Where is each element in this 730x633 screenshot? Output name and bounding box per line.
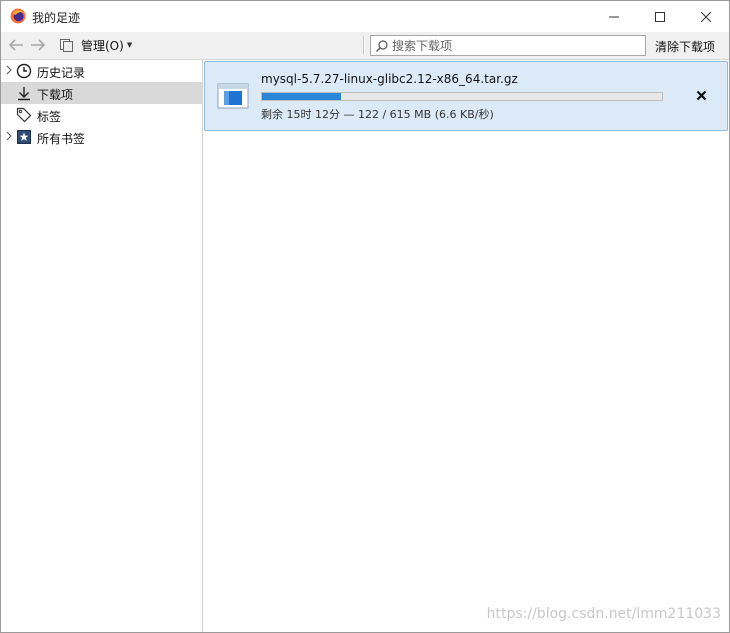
clock-icon — [16, 63, 32, 79]
close-icon — [701, 11, 711, 22]
toolbar-separator — [363, 36, 365, 55]
tag-icon — [16, 107, 32, 123]
forward-arrow-icon[interactable] — [29, 37, 47, 53]
organize-label: 管理(O) — [81, 38, 124, 53]
search-box[interactable] — [370, 35, 646, 56]
sidebar-item-tags[interactable]: 标签 — [1, 104, 202, 126]
library-window: 我的足迹 管理(O) ▼ 搜索下载项 清除下载项 历史记录 下载项 标签 所有书… — [0, 0, 730, 633]
sidebar-item-downloads[interactable]: 下载项 — [1, 82, 202, 104]
firefox-logo-icon — [10, 8, 26, 24]
search-icon — [376, 39, 388, 52]
sidebar-item-label: 所有书签 — [37, 132, 86, 146]
download-file-name: mysql-5.7.27-linux-glibc2.12-x86_64.tar.… — [261, 72, 518, 86]
sidebar-item-all-bookmarks[interactable]: 所有书签 — [1, 126, 202, 148]
minimize-icon — [609, 16, 619, 17]
dropdown-triangle-icon: ▼ — [126, 41, 133, 49]
watermark: https://blog.csdn.net/lmm211033 — [486, 606, 721, 622]
clear-downloads-button[interactable]: 清除下载项 — [655, 38, 715, 55]
download-status: 剩余 15时 12分 — 122 / 615 MB (6.6 KB/秒) — [261, 108, 494, 121]
minimize-button[interactable] — [591, 1, 637, 32]
toolbar: 管理(O) ▼ 清除下载项 — [1, 32, 729, 60]
sidebar-item-history[interactable]: 历史记录 — [1, 60, 202, 82]
cancel-download-button[interactable] — [693, 87, 709, 103]
search-input[interactable] — [389, 37, 632, 54]
sidebar-item-label: 标签 — [37, 110, 62, 124]
maximize-icon — [655, 11, 665, 22]
download-progress-bar — [261, 92, 663, 101]
window-title: 我的足迹 — [32, 11, 81, 25]
chevron-right-icon[interactable] — [5, 65, 13, 75]
title-bar: 我的足迹 — [1, 1, 729, 32]
organize-icon — [60, 39, 73, 52]
download-progress-fill — [262, 93, 342, 100]
close-icon — [696, 90, 706, 100]
close-button[interactable] — [683, 1, 729, 32]
organize-menu-button[interactable]: 管理(O) ▼ — [59, 36, 132, 54]
download-item[interactable]: mysql-5.7.27-linux-glibc2.12-x86_64.tar.… — [204, 61, 728, 131]
star-bookmark-icon — [17, 130, 31, 144]
download-arrow-icon — [18, 87, 30, 101]
sidebar: 历史记录 下载项 标签 所有书签 — [1, 60, 203, 632]
back-arrow-icon[interactable] — [7, 37, 25, 53]
chevron-right-icon[interactable] — [5, 131, 13, 141]
sidebar-item-label: 历史记录 — [37, 66, 86, 80]
file-window-icon — [217, 83, 249, 109]
maximize-button[interactable] — [637, 1, 683, 32]
sidebar-item-label: 下载项 — [37, 88, 74, 102]
downloads-list: mysql-5.7.27-linux-glibc2.12-x86_64.tar.… — [203, 60, 729, 632]
